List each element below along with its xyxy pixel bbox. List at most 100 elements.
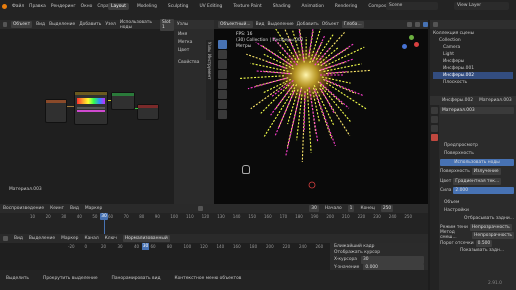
node-menu-view[interactable]: Вид — [36, 22, 45, 27]
node-material-output[interactable] — [137, 104, 159, 120]
ge-menu-channel[interactable]: Канал — [84, 236, 98, 241]
ge-menu-marker[interactable]: Маркер — [61, 236, 78, 241]
vp-menu-view[interactable]: Вид — [256, 22, 265, 27]
shading-material-icon[interactable] — [414, 22, 420, 27]
axis-x-icon[interactable] — [414, 42, 419, 47]
tab-animation[interactable]: Animation — [299, 3, 327, 10]
panel-preview[interactable]: Предпросмотр — [440, 142, 514, 150]
current-frame[interactable]: 30 — [309, 205, 319, 212]
tab-nodes[interactable]: Узлы — [207, 42, 212, 52]
outliner-item[interactable]: Инсферы — [433, 58, 513, 65]
cursor-tool-icon[interactable] — [218, 50, 227, 59]
outliner-item[interactable]: Инсферы.001 — [433, 65, 513, 72]
tab-rendering[interactable]: Rendering — [332, 3, 360, 10]
mode-dropdown[interactable]: Объектный... — [218, 21, 253, 28]
tab-layout[interactable]: Layout — [108, 2, 129, 10]
rotate-tool-icon[interactable] — [218, 70, 227, 79]
node-menu-node[interactable]: Узел — [105, 22, 116, 27]
color-value[interactable]: Градиентная тек... — [453, 178, 502, 185]
blender-logo-icon[interactable] — [2, 3, 7, 9]
view-layer-selector[interactable]: View Layer — [454, 2, 509, 10]
filter-icon[interactable] — [433, 22, 438, 27]
outliner-item[interactable]: Light — [433, 51, 513, 58]
node-object-dropdown[interactable]: Объект — [10, 21, 33, 28]
axis-y-icon[interactable] — [409, 35, 414, 40]
hand-pan-icon[interactable] — [242, 165, 250, 174]
start-frame[interactable]: 1 — [347, 205, 355, 212]
shading-rendered-icon[interactable] — [422, 22, 428, 27]
tab-texture-paint[interactable]: Texture Paint — [230, 3, 264, 10]
tab-sculpting[interactable]: Sculpting — [165, 3, 192, 10]
editor-type-icon[interactable] — [3, 22, 7, 27]
navigation-gizmo[interactable] — [400, 34, 420, 54]
transform-orientation[interactable]: Глоба... — [341, 21, 364, 28]
surface-value[interactable]: Излучение — [471, 168, 501, 175]
panel-settings[interactable]: Настройки — [440, 207, 514, 215]
axis-z-icon[interactable] — [402, 44, 407, 49]
ge-menu-key[interactable]: Ключ — [105, 236, 117, 241]
panel-volume[interactable]: Объем — [440, 199, 514, 207]
transform-tool-icon[interactable] — [218, 90, 227, 99]
measure-tool-icon[interactable] — [218, 110, 227, 119]
scene-selector[interactable]: Scene — [386, 2, 438, 10]
tab-shading[interactable]: Shading — [270, 3, 294, 10]
outliner-item[interactable]: Camera — [433, 44, 513, 51]
move-tool-icon[interactable] — [218, 60, 227, 69]
tl-menu-view[interactable]: Вид — [70, 206, 79, 211]
tab-output-icon[interactable] — [431, 116, 438, 123]
cursor-x-value[interactable]: 30 — [361, 256, 424, 264]
menu-window[interactable]: Окно — [81, 4, 93, 9]
graph-editor[interactable]: Вид Выделение Маркер Канал Ключ Нормализ… — [0, 234, 428, 272]
normalize-toggle[interactable]: Нормализованный — [122, 235, 170, 242]
timeline-ruler[interactable]: 10 20 30 40 50 60 70 80 90 100 110 120 130 140 150 160 1… — [0, 213, 428, 221]
panel-surface[interactable]: Поверхность — [440, 150, 514, 158]
graph-ruler[interactable]: -20 0 20 30 40 60 80 100 120 140 160 180 200 220 240 26… — [68, 243, 326, 250]
vp-menu-select[interactable]: Выделение — [267, 22, 293, 27]
material-slot[interactable]: Материал.003 — [440, 107, 514, 114]
menu-render[interactable]: Рендеринг — [51, 4, 76, 9]
tab-modeling[interactable]: Modeling — [134, 3, 160, 10]
ge-menu-view[interactable]: Вид — [14, 236, 23, 241]
graph-playhead[interactable]: 30 — [142, 243, 149, 250]
menu-file[interactable]: Файл — [12, 4, 24, 9]
node-menu-select[interactable]: Выделение — [49, 22, 75, 27]
select-tool-icon[interactable] — [218, 40, 227, 49]
node-texcoord[interactable] — [45, 99, 67, 123]
slot-dropdown[interactable]: Slot 1 — [160, 18, 174, 31]
shading-solid-icon[interactable] — [406, 22, 412, 27]
tab-render-icon[interactable] — [431, 107, 438, 114]
tab-material-icon[interactable] — [431, 134, 438, 141]
blend-value[interactable]: Непрозрачность — [472, 231, 514, 239]
editor-type-icon[interactable] — [3, 236, 8, 241]
ge-menu-select[interactable]: Выделение — [29, 236, 55, 241]
3d-cursor-icon[interactable] — [308, 181, 316, 189]
strength-value[interactable]: 2.000 — [453, 187, 514, 194]
color-ramp-gradient[interactable] — [77, 98, 105, 104]
tl-menu-playback[interactable]: Воспроизведение — [3, 206, 44, 211]
node-color-ramp[interactable] — [74, 91, 108, 125]
annotate-tool-icon[interactable] — [218, 100, 227, 109]
node-menu-add[interactable]: Добавить — [79, 22, 101, 27]
tab-uv-editing[interactable]: UV Editing — [196, 3, 225, 10]
vp-menu-object[interactable]: Объект — [322, 22, 339, 27]
play-icon[interactable] — [198, 206, 204, 211]
sidebar-field-name[interactable]: Имя — [178, 31, 210, 39]
outliner-item[interactable]: Плоскость — [433, 79, 513, 86]
outliner-item[interactable]: Collection — [433, 37, 513, 44]
end-frame[interactable]: 250 — [380, 205, 394, 212]
menu-edit[interactable]: Правка — [29, 4, 46, 9]
use-nodes-checkbox[interactable]: Использовать ноды — [120, 20, 156, 30]
show-backface-checkbox[interactable]: Показывать задн... — [440, 247, 514, 255]
shadow-value[interactable]: Непрозрачность — [469, 223, 512, 231]
scale-tool-icon[interactable] — [218, 80, 227, 89]
playhead[interactable]: 30 — [100, 213, 108, 220]
vp-menu-add[interactable]: Добавить — [297, 22, 319, 27]
backface-checkbox[interactable]: Отбрасывать задни... — [440, 215, 514, 223]
tab-tool[interactable]: Инструмент — [207, 54, 212, 79]
outliner-scene-collection[interactable]: Коллекция сцены — [433, 30, 513, 37]
tl-menu-marker[interactable]: Маркер — [85, 206, 102, 211]
use-nodes-button[interactable]: Использовать ноды — [440, 159, 514, 166]
clip-value[interactable]: 0.500 — [475, 239, 493, 247]
tl-menu-keying[interactable]: Кеинг — [50, 206, 64, 211]
node-emission[interactable] — [111, 92, 135, 110]
